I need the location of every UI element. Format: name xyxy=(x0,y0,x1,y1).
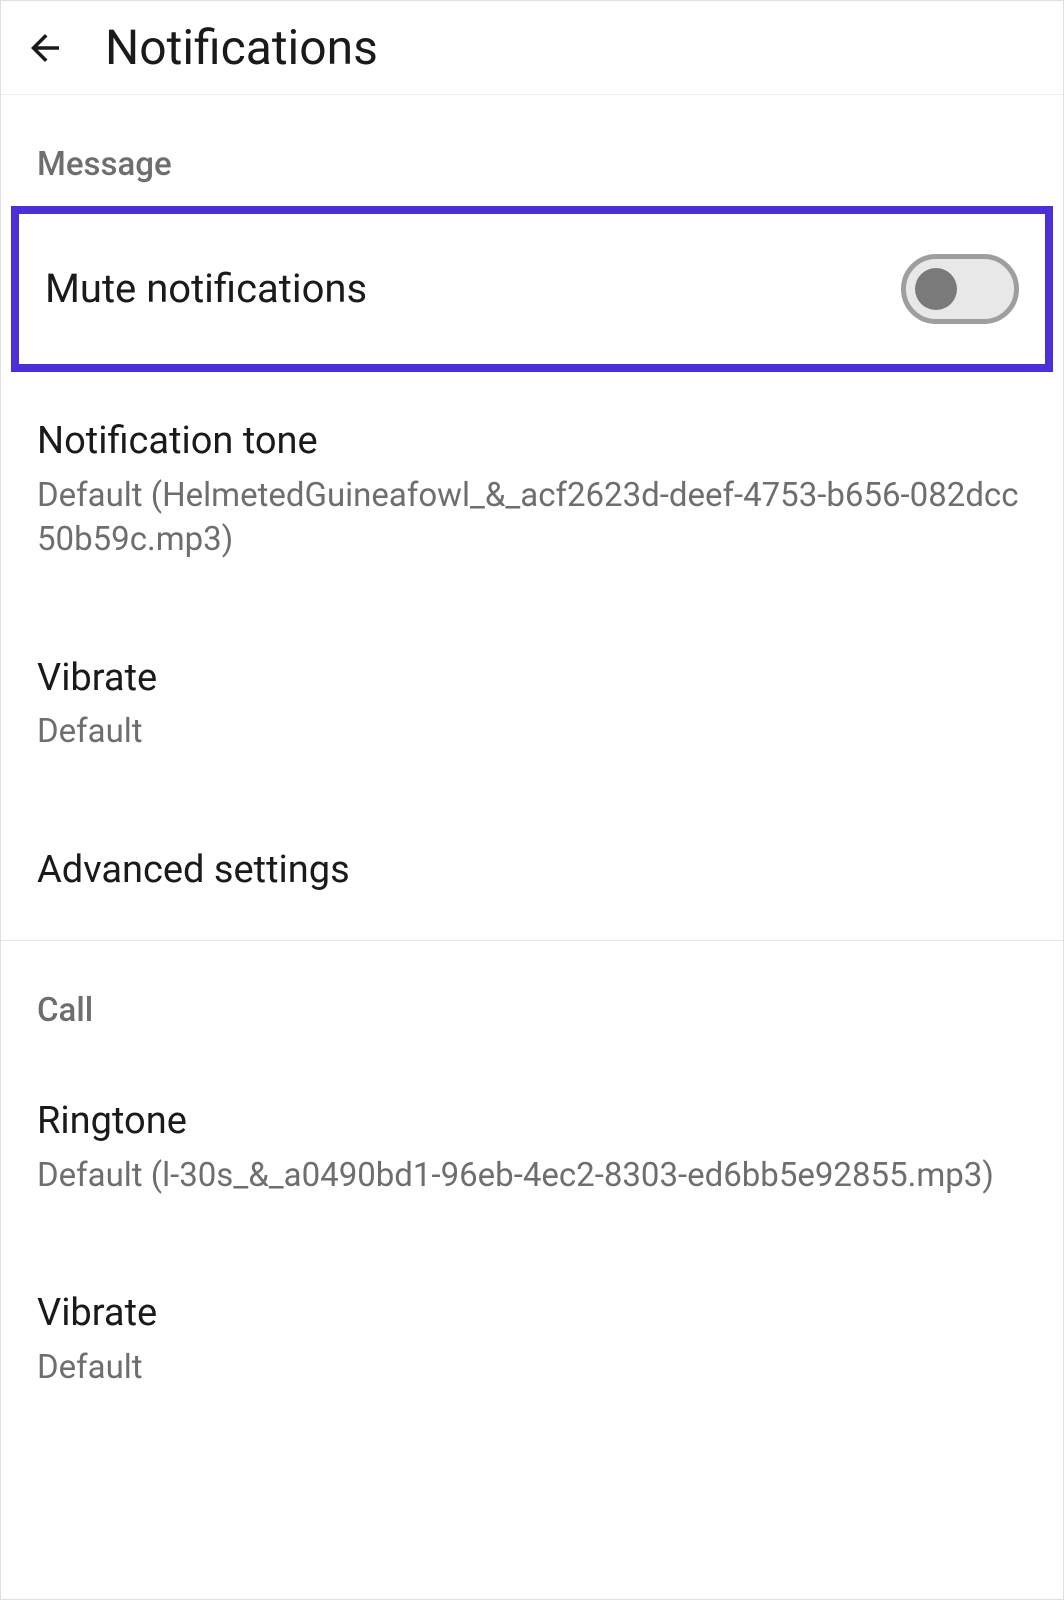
row-text: Notification tone Default (HelmetedGuine… xyxy=(37,418,1027,563)
page-title: Notifications xyxy=(105,19,378,76)
ringtone-title: Ringtone xyxy=(37,1098,1027,1146)
row-text: Mute notifications xyxy=(45,264,901,314)
vibrate-message-title: Vibrate xyxy=(37,655,1027,703)
header: Notifications xyxy=(1,1,1063,95)
vibrate-call-sub: Default xyxy=(37,1346,1027,1391)
back-arrow-icon[interactable] xyxy=(21,24,69,72)
vibrate-call-title: Vibrate xyxy=(37,1290,1027,1338)
row-ringtone[interactable]: Ringtone Default (l-30s_&_a0490bd1-96eb-… xyxy=(1,1052,1063,1244)
notification-tone-title: Notification tone xyxy=(37,418,1027,466)
row-vibrate-call[interactable]: Vibrate Default xyxy=(1,1244,1063,1400)
mute-notifications-toggle[interactable] xyxy=(901,254,1019,324)
section-header-call: Call xyxy=(1,991,1063,1052)
vibrate-message-sub: Default xyxy=(37,710,1027,755)
row-vibrate-message[interactable]: Vibrate Default xyxy=(1,609,1063,801)
mute-notifications-title: Mute notifications xyxy=(45,264,901,314)
notification-tone-sub: Default (HelmetedGuineafowl_&_acf2623d-d… xyxy=(37,474,1027,563)
row-notification-tone[interactable]: Notification tone Default (HelmetedGuine… xyxy=(1,372,1063,609)
row-text: Vibrate Default xyxy=(37,1290,1027,1390)
section-header-message: Message xyxy=(1,145,1063,206)
row-advanced-settings[interactable]: Advanced settings xyxy=(1,801,1063,941)
row-text: Advanced settings xyxy=(37,847,1027,895)
row-text: Vibrate Default xyxy=(37,655,1027,755)
ringtone-sub: Default (l-30s_&_a0490bd1-96eb-4ec2-8303… xyxy=(37,1154,1027,1199)
row-mute-notifications[interactable]: Mute notifications xyxy=(11,206,1053,372)
toggle-knob xyxy=(915,268,957,310)
section-message: Message Mute notifications Notification … xyxy=(1,95,1063,940)
advanced-settings-title: Advanced settings xyxy=(37,847,1027,895)
row-text: Ringtone Default (l-30s_&_a0490bd1-96eb-… xyxy=(37,1098,1027,1198)
section-call: Call Ringtone Default (l-30s_&_a0490bd1-… xyxy=(1,941,1063,1400)
